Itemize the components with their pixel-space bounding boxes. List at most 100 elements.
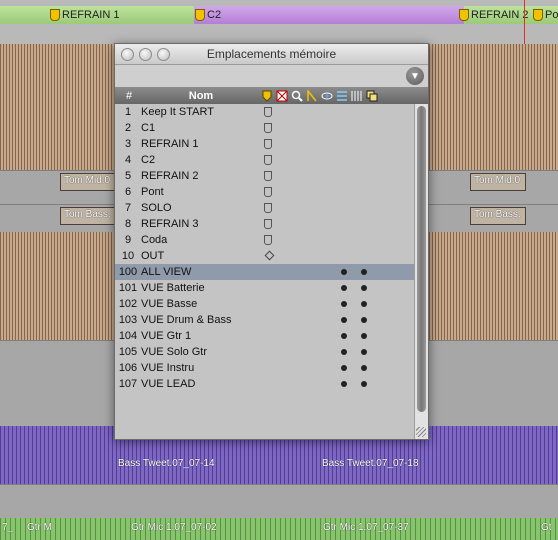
track-show-dot-icon: [341, 317, 347, 323]
memory-row[interactable]: 6 Pont: [115, 184, 415, 200]
memory-name[interactable]: OUT: [141, 250, 260, 262]
memory-name[interactable]: SOLO: [141, 202, 260, 214]
marker-pont[interactable]: Pon: [533, 6, 558, 24]
track-height-dot-icon: [361, 365, 367, 371]
memory-row[interactable]: 104 VUE Gtr 1: [115, 328, 415, 344]
zoom-button[interactable]: [157, 48, 170, 61]
memory-name[interactable]: VUE Gtr 1: [141, 330, 260, 342]
memory-number: 106: [118, 362, 138, 374]
memory-row[interactable]: 101 VUE Batterie: [115, 280, 415, 296]
memory-row[interactable]: 10 OUT: [115, 248, 415, 264]
marker-icon: [195, 9, 205, 21]
scroll-thumb[interactable]: [417, 106, 426, 412]
marker-icon: [50, 9, 60, 21]
guitar-track[interactable]: 7_ Gtr M Gtr Mic 1.07_07-02 Gtr Mic 1.07…: [0, 518, 558, 540]
memory-name[interactable]: VUE Instru: [141, 362, 260, 374]
memory-locations-window: Emplacements mémoire ▼ # Nom 1 Keep It S…: [114, 43, 429, 440]
window-controls: [121, 48, 170, 61]
memory-name[interactable]: REFRAIN 2: [141, 170, 260, 182]
memory-number: 107: [118, 378, 138, 390]
memory-name[interactable]: ALL VIEW: [141, 266, 260, 278]
options-menu-button[interactable]: ▼: [406, 67, 424, 85]
memory-row[interactable]: 105 VUE Solo Gtr: [115, 344, 415, 360]
bass-track-2[interactable]: Bass Tweet.07_07-14 Bass Tweet.07_07-18: [0, 454, 558, 484]
track-height-column-icon: [334, 88, 349, 103]
tom-mid-clip[interactable]: Tom Mid.0: [60, 173, 118, 191]
marker-ruler: REFRAIN 1 C2 REFRAIN 2 Pon: [0, 0, 558, 45]
memory-name[interactable]: Coda: [141, 234, 260, 246]
marker-icon: [264, 203, 272, 213]
memory-name[interactable]: VUE Solo Gtr: [141, 346, 260, 358]
marker-icon: [533, 9, 543, 21]
memory-number: 104: [118, 330, 138, 342]
memory-row[interactable]: 103 VUE Drum & Bass: [115, 312, 415, 328]
memory-row[interactable]: 2 C1: [115, 120, 415, 136]
track-height-dot-icon: [361, 301, 367, 307]
memory-name[interactable]: REFRAIN 1: [141, 138, 260, 150]
gtr-clip-label[interactable]: Gt: [541, 522, 552, 533]
close-button[interactable]: [121, 48, 134, 61]
memory-number: 4: [124, 154, 132, 166]
marker-icon: [264, 171, 272, 181]
zoom-column-icon: [289, 88, 304, 103]
memory-name[interactable]: Pont: [141, 186, 260, 198]
memory-name[interactable]: Keep It START: [141, 106, 260, 118]
marker-c2[interactable]: C2: [195, 6, 221, 24]
tom-bass-clip[interactable]: Tom Bass.: [470, 207, 526, 225]
gtr-clip-label[interactable]: 7_: [2, 522, 13, 533]
memory-row[interactable]: 1 Keep It START: [115, 104, 415, 120]
memory-row[interactable]: 4 C2: [115, 152, 415, 168]
marker-refrain-1[interactable]: REFRAIN 1: [50, 6, 119, 24]
bass-clip-label[interactable]: Bass Tweet.07_07-18: [322, 458, 419, 469]
chevron-down-icon: ▼: [410, 70, 420, 82]
gtr-clip-label[interactable]: Gtr Mic 1.07_07-37: [323, 522, 409, 533]
memory-row[interactable]: 5 REFRAIN 2: [115, 168, 415, 184]
memory-number: 9: [124, 234, 132, 246]
memory-row[interactable]: 107 VUE LEAD: [115, 376, 415, 392]
memory-name[interactable]: REFRAIN 3: [141, 218, 260, 230]
memory-row[interactable]: 102 VUE Basse: [115, 296, 415, 312]
memory-number: 100: [118, 266, 138, 278]
marker-refrain-2[interactable]: REFRAIN 2: [459, 6, 528, 24]
memory-row[interactable]: 100 ALL VIEW: [115, 264, 415, 280]
memory-number: 103: [118, 314, 138, 326]
gap-track[interactable]: [0, 484, 558, 520]
column-header: # Nom: [115, 87, 428, 105]
name-column-header[interactable]: Nom: [143, 90, 259, 102]
memory-number: 1: [124, 106, 132, 118]
marker-column-icon: [259, 88, 274, 103]
memory-row[interactable]: 9 Coda: [115, 232, 415, 248]
memory-row[interactable]: 3 REFRAIN 1: [115, 136, 415, 152]
memory-name[interactable]: VUE LEAD: [141, 378, 260, 390]
memory-name[interactable]: C2: [141, 154, 260, 166]
memory-name[interactable]: VUE Batterie: [141, 282, 260, 294]
gtr-clip-label[interactable]: Gtr Mic 1.07_07-02: [131, 522, 217, 533]
number-column-header[interactable]: #: [115, 90, 143, 102]
memory-name[interactable]: C1: [141, 122, 260, 134]
memory-name[interactable]: VUE Basse: [141, 298, 260, 310]
minimize-button[interactable]: [139, 48, 152, 61]
memory-row[interactable]: 106 VUE Instru: [115, 360, 415, 376]
vertical-scrollbar[interactable]: [414, 104, 428, 439]
marker-icon: [264, 123, 272, 133]
memory-row[interactable]: 7 SOLO: [115, 200, 415, 216]
memory-number: 5: [124, 170, 132, 182]
track-height-dot-icon: [361, 333, 367, 339]
track-height-dot-icon: [361, 349, 367, 355]
gtr-clip-label[interactable]: Gtr M: [27, 522, 52, 533]
marker-icon: [264, 235, 272, 245]
memory-number: 101: [118, 282, 138, 294]
marker-icon: [264, 219, 272, 229]
tom-mid-clip[interactable]: Tom Mid.0: [470, 173, 526, 191]
window-config-column-icon: [364, 88, 379, 103]
ruler-strip-purple: [194, 6, 464, 24]
resize-grip[interactable]: [416, 427, 426, 437]
track-show-dot-icon: [341, 349, 347, 355]
window-titlebar[interactable]: Emplacements mémoire: [115, 44, 428, 65]
bass-clip-label[interactable]: Bass Tweet.07_07-14: [118, 458, 215, 469]
memory-row[interactable]: 8 REFRAIN 3: [115, 216, 415, 232]
tom-bass-clip[interactable]: Tom Bass.: [60, 207, 118, 225]
track-show-dot-icon: [341, 285, 347, 291]
playhead[interactable]: [524, 0, 525, 44]
memory-name[interactable]: VUE Drum & Bass: [141, 314, 260, 326]
